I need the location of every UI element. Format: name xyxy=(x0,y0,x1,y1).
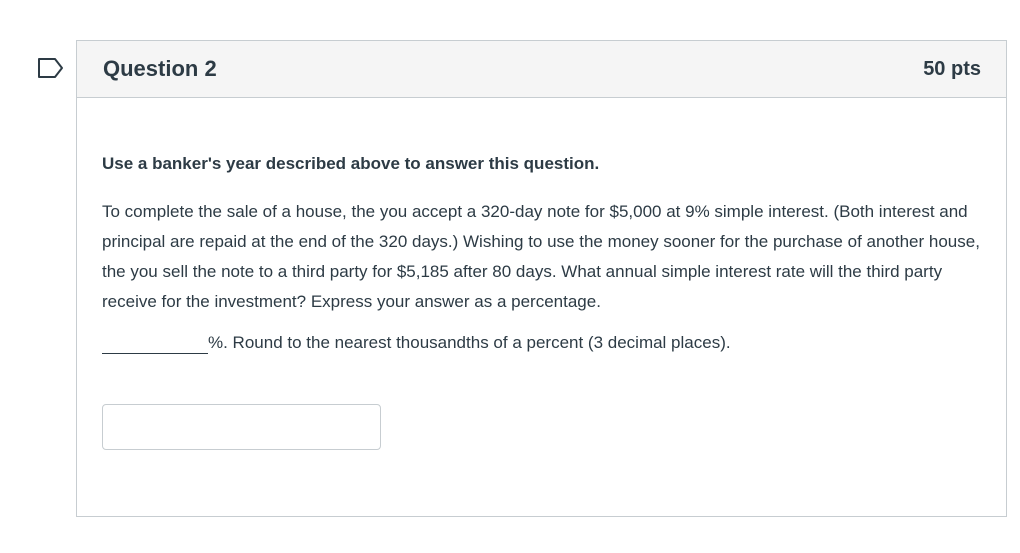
question-body: Use a banker's year described above to a… xyxy=(77,153,1006,450)
answer-blank-line xyxy=(102,335,208,354)
question-title: Question 2 xyxy=(103,56,217,81)
question-header: Question 2 50 pts xyxy=(77,41,1006,98)
flag-question-icon[interactable] xyxy=(37,56,65,80)
answer-prompt: %. Round to the nearest thousandths of a… xyxy=(102,332,981,354)
flag-shape xyxy=(38,58,63,78)
question-card: Question 2 50 pts Use a banker's year de… xyxy=(76,40,1007,517)
answer-input[interactable] xyxy=(102,404,381,450)
quiz-page: Question 2 50 pts Use a banker's year de… xyxy=(0,0,1020,553)
question-instruction: Use a banker's year described above to a… xyxy=(102,154,600,173)
answer-suffix-text: %. Round to the nearest thousandths of a… xyxy=(208,333,731,352)
question-problem-text: To complete the sale of a house, the you… xyxy=(102,202,980,311)
question-points: 50 pts xyxy=(923,57,981,80)
